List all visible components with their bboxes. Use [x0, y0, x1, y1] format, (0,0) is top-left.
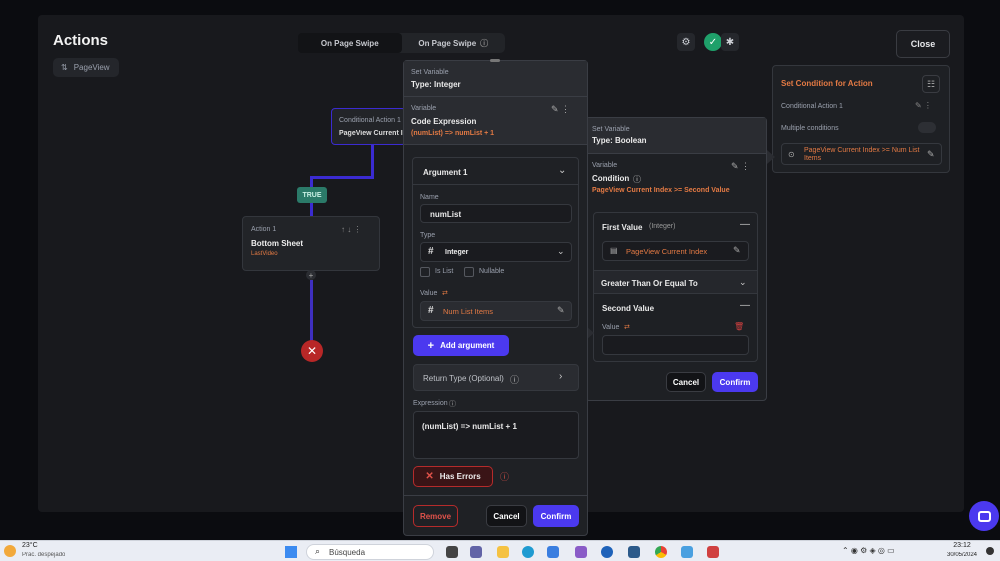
info-icon: ⓘ: [633, 175, 641, 184]
notes-icon[interactable]: ☷: [922, 75, 940, 93]
edit-icon[interactable]: ✎: [927, 149, 935, 160]
app-icon-5[interactable]: [707, 546, 719, 558]
chat-icon[interactable]: [969, 501, 999, 531]
weather-icon[interactable]: [4, 545, 16, 557]
edit-icon[interactable]: ✎: [733, 245, 741, 256]
search-icon: ⌕: [315, 546, 321, 556]
windows-icon[interactable]: [285, 546, 297, 558]
app-icon-2[interactable]: [601, 546, 613, 558]
pointer-arrow: [767, 150, 775, 164]
value-field[interactable]: # Num List Items ✎: [420, 301, 572, 321]
chevron-down-icon: ⌄: [739, 277, 747, 287]
page-chip[interactable]: ⇅ PageView: [53, 58, 119, 77]
variable-icon[interactable]: ⇄: [442, 289, 448, 297]
app-icon-3[interactable]: [628, 546, 640, 558]
action-node-icons: ↑ ↓ ⋮: [341, 225, 362, 234]
close-icon: ✕: [425, 471, 434, 482]
store-icon[interactable]: [547, 546, 559, 558]
chevron-down-icon: ⌄: [558, 165, 567, 176]
info-icon: ⓘ: [449, 401, 456, 408]
edit-icon[interactable]: ✎ ⋮: [551, 104, 570, 115]
list-icon: ▤: [610, 246, 618, 255]
clock-date: 30/05/2024: [946, 552, 978, 558]
condition-field[interactable]: ⊙ PageView Current Index >= Num List Ite…: [781, 143, 942, 165]
cancel-button[interactable]: Cancel: [666, 372, 706, 392]
set-variable-integer-panel: Set Variable Type: Integer Variable Code…: [403, 59, 588, 536]
argument-header[interactable]: Argument 1 ⌄: [413, 158, 578, 185]
expression-textarea[interactable]: (numList) => numList + 1: [413, 411, 579, 459]
app-icon[interactable]: [575, 546, 587, 558]
second-value-field[interactable]: [602, 335, 749, 355]
argument-card: Argument 1 ⌄ Name numList Type # Integer…: [412, 157, 579, 328]
delete-icon[interactable]: 🗑: [734, 322, 744, 331]
hash-icon: #: [428, 246, 434, 257]
chevron-right-icon: ›: [559, 371, 563, 382]
flow-connector: [310, 176, 374, 179]
collapse-icon[interactable]: —: [740, 219, 750, 230]
has-errors-button[interactable]: ✕ Has Errors: [413, 466, 493, 487]
cancel-button[interactable]: Cancel: [486, 505, 527, 527]
collapse-icon[interactable]: —: [740, 300, 750, 311]
plus-icon: +: [427, 339, 435, 352]
info-icon: ⓘ: [480, 38, 489, 48]
page-title: Actions: [53, 32, 109, 49]
confirm-button[interactable]: Confirm: [712, 372, 758, 392]
add-argument-button[interactable]: + Add argument: [413, 335, 509, 356]
toggle-icon: ⊙: [788, 150, 795, 159]
edge-icon[interactable]: [522, 546, 534, 558]
edit-icon[interactable]: ✎: [557, 305, 565, 316]
trigger-tabs: On Page Swipe On Page Swipe ⓘ: [298, 33, 505, 53]
ai-icon[interactable]: ⚙: [677, 33, 695, 51]
weather-temp: 23°C: [22, 542, 38, 549]
bug-icon[interactable]: ✱: [721, 33, 739, 51]
teams-icon[interactable]: [470, 546, 482, 558]
set-condition-panel: Set Condition for Action ☷ Conditional A…: [772, 65, 950, 173]
app-icon-4[interactable]: [681, 546, 693, 558]
check-icon[interactable]: ✓: [704, 33, 722, 51]
weather-desc: Prac. despejado: [22, 552, 66, 558]
pageview-icon: ⇅: [61, 63, 68, 72]
taskbar-search[interactable]: ⌕ Búsqueda: [306, 544, 434, 560]
variable-icon[interactable]: ⇄: [624, 323, 630, 331]
first-value-field[interactable]: ▤ PageView Current Index ✎: [602, 241, 749, 261]
notification-icon[interactable]: [986, 547, 994, 555]
is-list-checkbox[interactable]: [420, 267, 430, 277]
flow-connector: [310, 280, 313, 342]
remove-button[interactable]: Remove: [413, 505, 458, 527]
type-select[interactable]: # Integer ⌄: [420, 242, 572, 262]
name-input[interactable]: numList: [420, 204, 572, 223]
info-icon: ⓘ: [510, 375, 520, 385]
tab-on-page-swipe[interactable]: On Page Swipe: [298, 33, 402, 53]
edit-icon[interactable]: ✎ ⋮: [915, 101, 932, 110]
true-badge: TRUE: [297, 187, 327, 203]
return-type-row[interactable]: Return Type (Optional) ⓘ ›: [413, 364, 579, 391]
conditional-action-node[interactable]: Conditional Action 1 PageView Current In…: [331, 108, 407, 145]
end-node-icon[interactable]: ✕: [301, 340, 323, 362]
multiple-conditions-toggle[interactable]: [918, 122, 936, 133]
set-variable-boolean-panel: Set Variable Type: Boolean Variable Cond…: [585, 117, 767, 401]
chevron-down-icon: ⌄: [557, 246, 565, 256]
confirm-button[interactable]: Confirm: [533, 505, 579, 527]
operator-select[interactable]: Greater Than Or Equal To ⌄: [594, 270, 757, 294]
file-explorer-icon[interactable]: [497, 546, 509, 558]
hash-icon: #: [428, 305, 434, 316]
task-view-icon[interactable]: [446, 546, 458, 558]
tray-icons[interactable]: ⌃ ◉ ⚙ ◈ ◎ ▭: [842, 546, 895, 555]
tab-on-page-swipe-2[interactable]: On Page Swipe ⓘ: [402, 33, 506, 53]
error-icon: ⓘ: [500, 472, 510, 482]
flow-connector: [371, 145, 374, 178]
add-node-icon[interactable]: +: [306, 270, 316, 280]
close-button[interactable]: Close: [896, 30, 950, 58]
chrome-icon[interactable]: [655, 546, 667, 558]
clock-time: 23:12: [953, 542, 971, 549]
edit-icon[interactable]: ✎ ⋮: [731, 161, 750, 172]
condition-editor: First Value (Integer) — ▤ PageView Curre…: [593, 212, 758, 362]
nullable-checkbox[interactable]: [464, 267, 474, 277]
action-node[interactable]: Action 1 Bottom Sheet LastVideo ↑ ↓ ⋮: [242, 216, 380, 271]
